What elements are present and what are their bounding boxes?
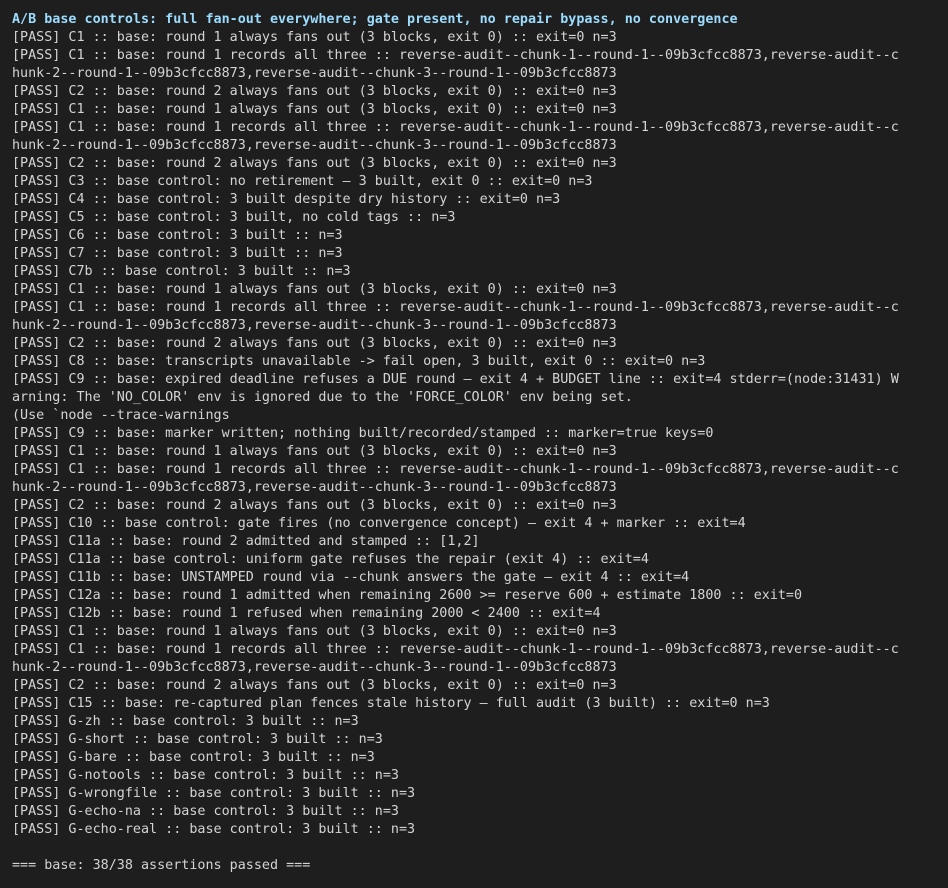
output-line: [PASS] C1 :: base: round 1 always fans o… [12,624,617,639]
output-line: (Use `node --trace-warnings [12,408,230,423]
output-line: [PASS] C4 :: base control: 3 built despi… [12,192,561,207]
output-line: [PASS] G-notools :: base control: 3 buil… [12,768,399,783]
output-line: [PASS] C1 :: base: round 1 records all t… [12,300,899,315]
output-line: [PASS] C1 :: base: round 1 always fans o… [12,30,617,45]
output-line: [PASS] C8 :: base: transcripts unavailab… [12,354,706,369]
output-line: [PASS] G-wrongfile :: base control: 3 bu… [12,786,416,801]
test-output: [PASS] C1 :: base: round 1 always fans o… [12,29,936,839]
output-line: [PASS] G-bare :: base control: 3 built :… [12,750,375,765]
output-line: [PASS] C2 :: base: round 2 always fans o… [12,84,617,99]
output-line: [PASS] C11a :: base control: uniform gat… [12,552,649,567]
output-line: [PASS] C1 :: base: round 1 records all t… [12,48,899,63]
output-line: [PASS] G-echo-real :: base control: 3 bu… [12,822,416,837]
output-line: [PASS] C12a :: base: round 1 admitted wh… [12,588,803,603]
output-line: arning: The 'NO_COLOR' env is ignored du… [12,390,633,405]
section-header: A/B base controls: full fan-out everywhe… [12,12,738,27]
output-line: [PASS] G-short :: base control: 3 built … [12,732,383,747]
output-line: [PASS] C2 :: base: round 2 always fans o… [12,336,617,351]
summary-line: === base: 38/38 assertions passed === [12,858,311,873]
output-line: [PASS] C2 :: base: round 2 always fans o… [12,156,617,171]
output-line: [PASS] C3 :: base control: no retirement… [12,174,593,189]
output-line: [PASS] C7 :: base control: 3 built :: n=… [12,246,343,261]
output-line: [PASS] C1 :: base: round 1 records all t… [12,462,899,477]
output-line: [PASS] C1 :: base: round 1 always fans o… [12,102,617,117]
output-line: [PASS] G-zh :: base control: 3 built :: … [12,714,359,729]
output-line: [PASS] C11a :: base: round 2 admitted an… [12,534,480,549]
output-line: [PASS] C1 :: base: round 1 records all t… [12,642,899,657]
output-line: hunk-2--round-1--09b3cfcc8873,reverse-au… [12,66,617,81]
output-line: hunk-2--round-1--09b3cfcc8873,reverse-au… [12,138,617,153]
output-line: hunk-2--round-1--09b3cfcc8873,reverse-au… [12,480,617,495]
output-line: [PASS] C9 :: base: expired deadline refu… [12,372,899,387]
output-line: hunk-2--round-1--09b3cfcc8873,reverse-au… [12,318,617,333]
output-line: [PASS] C11b :: base: UNSTAMPED round via… [12,570,690,585]
output-line: [PASS] C1 :: base: round 1 records all t… [12,120,899,135]
output-line: [PASS] C5 :: base control: 3 built, no c… [12,210,456,225]
output-line: [PASS] C6 :: base control: 3 built :: n=… [12,228,343,243]
output-line: [PASS] C10 :: base control: gate fires (… [12,516,746,531]
terminal-window[interactable]: A/B base controls: full fan-out everywhe… [0,0,948,888]
output-line: [PASS] C15 :: base: re-captured plan fen… [12,696,770,711]
output-line: [PASS] C12b :: base: round 1 refused whe… [12,606,601,621]
output-line: [PASS] C2 :: base: round 2 always fans o… [12,678,617,693]
output-line: [PASS] G-echo-na :: base control: 3 buil… [12,804,399,819]
output-line: hunk-2--round-1--09b3cfcc8873,reverse-au… [12,660,617,675]
output-line: [PASS] C7b :: base control: 3 built :: n… [12,264,351,279]
output-line: [PASS] C2 :: base: round 2 always fans o… [12,498,617,513]
output-line: [PASS] C1 :: base: round 1 always fans o… [12,282,617,297]
output-line: [PASS] C1 :: base: round 1 always fans o… [12,444,617,459]
output-line: [PASS] C9 :: base: marker written; nothi… [12,426,714,441]
